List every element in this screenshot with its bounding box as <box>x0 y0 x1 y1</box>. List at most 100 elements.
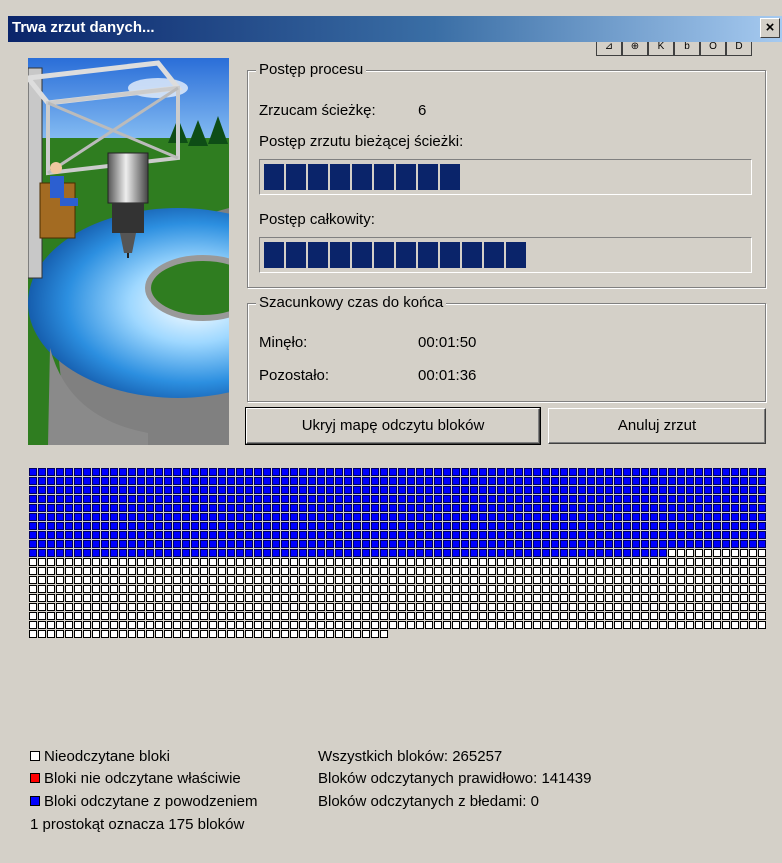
block-cell-read <box>389 513 397 521</box>
block-cell-unread <box>299 576 307 584</box>
block-cell-unread <box>524 612 532 620</box>
block-cell-read <box>569 522 577 530</box>
block-cell-read <box>614 522 622 530</box>
block-cell-read <box>29 549 37 557</box>
block-cell-read <box>659 513 667 521</box>
block-cell-unread <box>704 576 712 584</box>
block-cell-read <box>398 468 406 476</box>
block-cell-read <box>668 513 676 521</box>
block-cell-read <box>56 540 64 548</box>
block-cell-read <box>632 477 640 485</box>
block-cell-read <box>335 513 343 521</box>
block-cell-unread <box>173 630 181 638</box>
block-cell-unread <box>533 585 541 593</box>
block-cell-read <box>173 468 181 476</box>
progress-segment <box>440 242 460 268</box>
block-cell-read <box>389 495 397 503</box>
block-cell-unread <box>389 567 397 575</box>
block-cell-read <box>308 504 316 512</box>
block-cell-unread <box>110 558 118 566</box>
block-cell-read <box>713 522 721 530</box>
block-cell-unread <box>164 594 172 602</box>
block-cell-unread <box>56 621 64 629</box>
block-cell-read <box>470 513 478 521</box>
block-cell-read <box>47 513 55 521</box>
block-cell-unread <box>362 558 370 566</box>
block-cell-read <box>614 495 622 503</box>
block-cell-unread <box>416 603 424 611</box>
block-cell-read <box>272 477 280 485</box>
block-cell-read <box>254 495 262 503</box>
block-cell-unread <box>407 621 415 629</box>
process-progress-legend: Postęp procesu <box>256 61 367 78</box>
block-cell-read <box>668 486 676 494</box>
block-cell-unread <box>200 576 208 584</box>
block-cell-unread <box>551 567 559 575</box>
block-cell-unread <box>425 594 433 602</box>
block-cell-read <box>596 540 604 548</box>
block-cell-unread <box>326 630 334 638</box>
unread-swatch <box>30 751 40 761</box>
block-cell-read <box>128 477 136 485</box>
block-cell-unread <box>317 612 325 620</box>
block-cell-read <box>542 477 550 485</box>
block-cell-unread <box>308 585 316 593</box>
block-cell-read <box>533 504 541 512</box>
block-cell-read <box>605 477 613 485</box>
block-cell-read <box>362 468 370 476</box>
cancel-dump-button[interactable]: Anuluj zrzut <box>548 408 766 444</box>
current-track-progress-bar <box>259 159 752 195</box>
block-cell-read <box>569 540 577 548</box>
block-cell-unread <box>479 558 487 566</box>
block-cell-read <box>335 540 343 548</box>
block-cell-unread <box>533 621 541 629</box>
block-cell-read <box>452 486 460 494</box>
block-cell-read <box>749 504 757 512</box>
block-cell-read <box>614 468 622 476</box>
block-cell-read <box>569 513 577 521</box>
block-cell-unread <box>740 612 748 620</box>
hide-block-map-button[interactable]: Ukryj mapę odczytu bloków <box>245 407 541 445</box>
block-cell-read <box>695 540 703 548</box>
block-cell-unread <box>632 621 640 629</box>
block-cell-read <box>740 477 748 485</box>
block-cell-unread <box>398 621 406 629</box>
block-cell-unread <box>407 576 415 584</box>
block-cell-unread <box>191 612 199 620</box>
title-bar[interactable]: Trwa zrzut danych... <box>8 16 782 42</box>
block-cell-read <box>704 477 712 485</box>
block-cell-read <box>380 522 388 530</box>
block-cell-read <box>299 504 307 512</box>
block-cell-unread <box>488 567 496 575</box>
block-cell-read <box>164 468 172 476</box>
block-cell-read <box>74 486 82 494</box>
block-cell-unread <box>236 612 244 620</box>
block-cell-read <box>623 540 631 548</box>
block-cell-read <box>155 486 163 494</box>
block-cell-read <box>443 477 451 485</box>
block-cell-read <box>461 513 469 521</box>
block-cell-unread <box>434 585 442 593</box>
block-cell-unread <box>128 594 136 602</box>
block-cell-unread <box>263 612 271 620</box>
block-cell-read <box>371 549 379 557</box>
block-cell-read <box>380 486 388 494</box>
block-cell-read <box>659 522 667 530</box>
block-cell-unread <box>668 549 676 557</box>
block-cell-unread <box>452 585 460 593</box>
block-cell-read <box>209 495 217 503</box>
block-cell-unread <box>515 612 523 620</box>
block-cell-read <box>650 486 658 494</box>
close-button[interactable]: × <box>760 18 780 38</box>
block-cell-read <box>740 540 748 548</box>
block-cell-unread <box>497 612 505 620</box>
block-cell-read <box>434 486 442 494</box>
block-cell-unread <box>749 567 757 575</box>
block-cell-read <box>200 513 208 521</box>
block-cell-read <box>173 495 181 503</box>
block-cell-unread <box>272 594 280 602</box>
block-cell-read <box>326 486 334 494</box>
block-cell-read <box>263 504 271 512</box>
block-cell-unread <box>65 558 73 566</box>
block-cell-unread <box>470 567 478 575</box>
